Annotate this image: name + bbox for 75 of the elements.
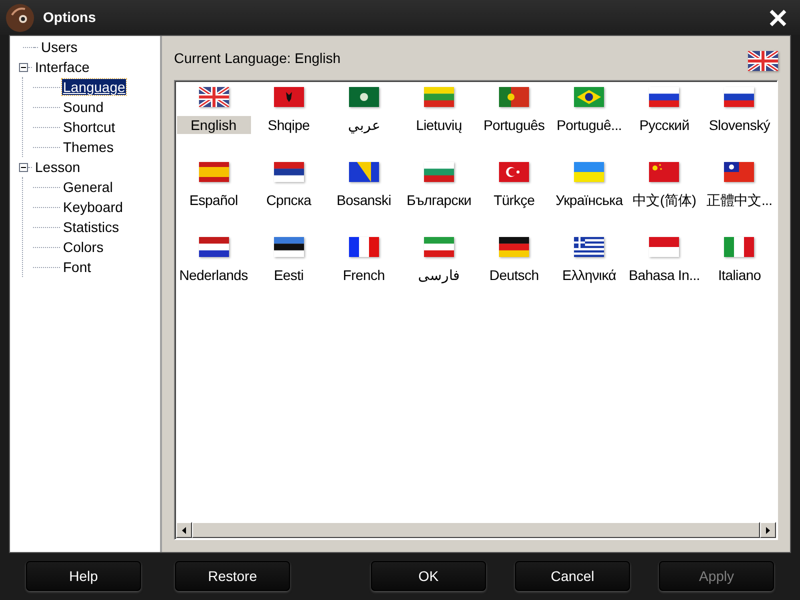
flag-icon — [424, 87, 454, 107]
locale-option[interactable]: Български — [401, 162, 476, 237]
locale-option[interactable]: Portuguê... — [552, 87, 627, 162]
tree-item[interactable]: Shortcut — [62, 119, 116, 135]
locale-option[interactable]: Português — [476, 87, 552, 162]
tree-item[interactable]: Statistics — [62, 219, 120, 235]
flag-icon — [649, 162, 680, 182]
flag-icon — [724, 162, 754, 182]
locale-option[interactable]: French — [326, 237, 402, 312]
scroll-left-button[interactable] — [176, 522, 192, 538]
locale-option[interactable]: Bahasa In... — [626, 237, 702, 312]
flag-icon — [274, 162, 304, 182]
flag-icon — [649, 87, 680, 107]
dialog-button[interactable]: Help — [26, 561, 141, 591]
flag-icon — [499, 237, 530, 257]
tree-item[interactable]: Font — [62, 259, 92, 275]
tree-item[interactable]: Language — [62, 79, 126, 95]
locale-option[interactable]: 中文(简体) — [626, 162, 702, 237]
flag-icon — [574, 162, 604, 182]
flag-icon — [574, 87, 604, 107]
locale-option[interactable]: Lietuvių — [401, 87, 476, 162]
locale-option[interactable]: Српска — [251, 162, 326, 237]
locale-option[interactable]: فارسی — [401, 237, 476, 312]
window-title: Options — [43, 8, 96, 27]
locale-option[interactable]: Bosanski — [326, 162, 402, 237]
flag-icon — [348, 162, 379, 182]
dialog-button[interactable]: OK — [371, 561, 486, 591]
flag-icon — [198, 162, 229, 182]
current-language-label: Current Language: English — [174, 48, 341, 68]
locale-option[interactable]: Shqipe — [251, 87, 326, 162]
locale-option[interactable]: English — [176, 87, 252, 162]
tree-item[interactable]: Sound — [62, 99, 104, 115]
collapse-icon[interactable] — [19, 62, 28, 72]
flag-icon — [748, 51, 778, 71]
locale-option[interactable]: عربي — [326, 87, 402, 162]
app-logo-icon — [5, 2, 35, 32]
flag-icon — [198, 87, 229, 107]
close-icon[interactable] — [769, 8, 787, 26]
flag-icon — [499, 87, 530, 107]
locale-option[interactable]: Ελληνικά — [552, 237, 627, 312]
flag-icon — [348, 87, 379, 107]
flag-icon — [424, 237, 454, 257]
flag-icon — [649, 237, 680, 257]
tree-item[interactable]: Lesson — [34, 159, 82, 175]
collapse-icon[interactable] — [19, 162, 28, 172]
locale-option[interactable]: Русский — [626, 87, 702, 162]
tree-item[interactable]: Keyboard — [62, 199, 124, 215]
locale-option[interactable]: Türkçe — [476, 162, 552, 237]
locale-option[interactable]: Eesti — [251, 237, 326, 312]
flag-icon — [348, 237, 379, 257]
flag-icon — [724, 87, 754, 107]
scroll-right-button[interactable] — [760, 522, 776, 538]
left-arrow-icon — [182, 526, 186, 534]
flag-icon — [274, 87, 304, 107]
flag-icon — [198, 237, 229, 257]
dialog-button[interactable]: Cancel — [515, 561, 630, 591]
tree-item[interactable]: Users — [40, 39, 79, 55]
locale-option[interactable]: Deutsch — [476, 237, 552, 312]
flag-icon — [274, 237, 304, 257]
flag-icon — [424, 162, 454, 182]
locale-option[interactable]: Nederlands — [176, 237, 252, 312]
tree-item[interactable]: General — [62, 179, 114, 195]
right-arrow-icon — [766, 526, 770, 534]
tree-item[interactable]: Themes — [62, 139, 115, 155]
locale-option[interactable]: Italiano — [702, 237, 777, 312]
flag-icon — [499, 162, 530, 182]
tree-item[interactable]: Colors — [62, 239, 104, 255]
flag-icon — [724, 237, 754, 257]
locale-option[interactable]: Українська — [552, 162, 627, 237]
locale-option[interactable]: Slovenský — [702, 87, 777, 162]
locale-option[interactable]: 正體中文... — [702, 162, 777, 237]
flag-icon — [574, 237, 604, 257]
locale-option[interactable]: Español — [176, 162, 252, 237]
tree-item[interactable]: Interface — [34, 59, 90, 75]
dialog-button[interactable]: Restore — [175, 561, 290, 591]
